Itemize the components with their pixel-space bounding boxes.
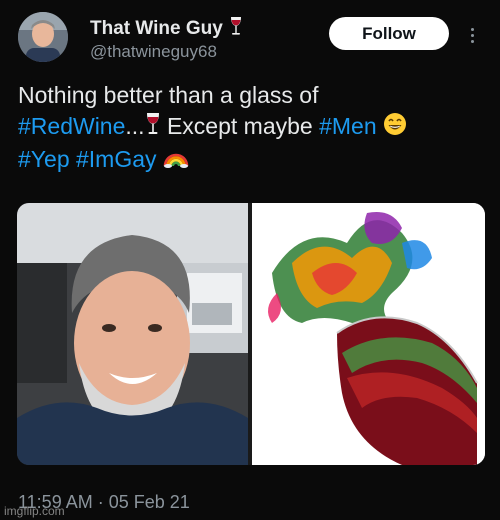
tweet-text: Nothing better than a glass of #RedWine.… [18, 80, 488, 176]
tweet-card: That Wine Guy @thatwineguy68 Follow Noth… [0, 0, 500, 520]
tweet-ellipsis: ... [125, 113, 145, 139]
rainbow-icon [163, 145, 189, 176]
grinning-face-icon [383, 112, 407, 144]
tweet-line-1: Nothing better than a glass of [18, 80, 488, 111]
tweet-line-3: #Yep #ImGay [18, 144, 488, 176]
media-photo-man[interactable] [17, 203, 248, 465]
media-photo-rainbow-wine[interactable] [252, 203, 485, 465]
imgflip-watermark: imgflip.com [4, 504, 65, 518]
wine-glass-icon [229, 16, 243, 42]
author-handle[interactable]: @thatwineguy68 [90, 42, 217, 62]
hashtag-redwine[interactable]: #RedWine [18, 113, 125, 139]
tweet-line-2: #RedWine... Except maybe #Men [18, 111, 488, 144]
hashtag-men[interactable]: #Men [319, 113, 377, 139]
author-display-name[interactable]: That Wine Guy [90, 18, 223, 40]
follow-button[interactable]: Follow [329, 17, 449, 50]
author-name[interactable]: That Wine Guy [90, 16, 243, 42]
tweet-text-intro: Nothing better than a glass of [18, 82, 319, 108]
wine-glass-icon [145, 112, 161, 144]
tweet-media[interactable] [17, 203, 485, 465]
avatar[interactable] [18, 12, 68, 62]
more-options-icon[interactable] [464, 22, 480, 48]
hashtag-imgay[interactable]: #ImGay [76, 146, 157, 172]
hashtag-yep[interactable]: #Yep [18, 146, 70, 172]
tweet-text-except: Except maybe [160, 113, 320, 139]
